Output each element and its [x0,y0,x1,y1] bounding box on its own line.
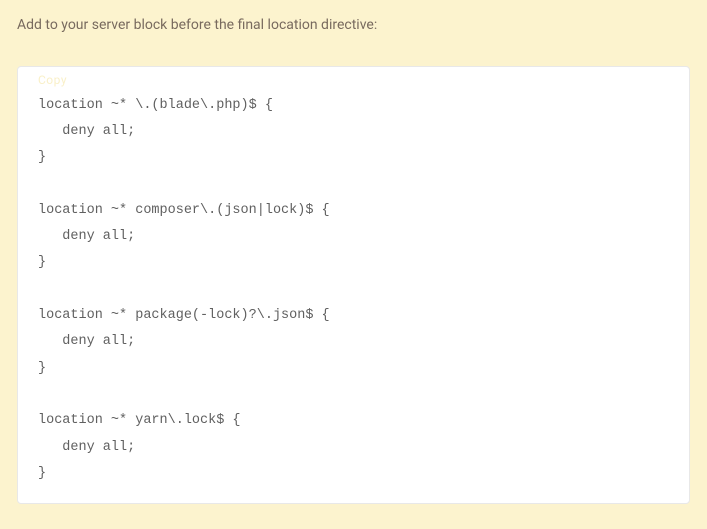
copy-button[interactable]: Copy [38,73,67,87]
code-content: location ~* \.(blade\.php)$ { deny all; … [38,93,669,488]
code-block: Copy location ~* \.(blade\.php)$ { deny … [17,66,690,505]
intro-text: Add to your server block before the fina… [17,16,690,36]
